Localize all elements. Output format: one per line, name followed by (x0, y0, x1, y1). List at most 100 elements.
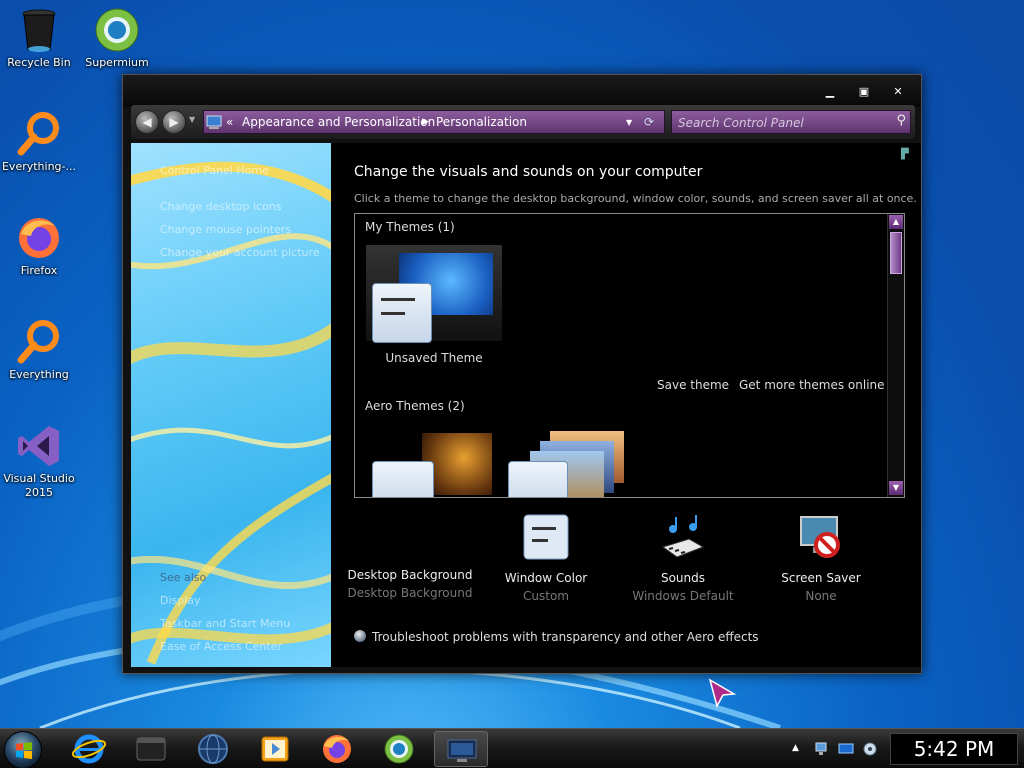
taskbar-internet-explorer[interactable] (62, 731, 116, 767)
visual-studio-icon (18, 426, 59, 466)
theme-settings-row: Desktop Background Desktop Background Wi… (345, 513, 905, 613)
window-preview-icon (372, 283, 432, 343)
breadcrumb-separator-icon: « (226, 115, 234, 129)
mouse-cursor-icon (708, 678, 737, 708)
tray-volume-icon[interactable] (862, 740, 878, 758)
taskbar-media-player[interactable] (248, 731, 302, 767)
breadcrumb-separator-icon: ▶ (422, 117, 429, 127)
taskbar-supermium[interactable] (372, 731, 426, 767)
taskbar-personalization[interactable] (434, 731, 488, 767)
control-panel-home-link[interactable]: Control Panel Home (160, 164, 269, 177)
themes-scrollbar[interactable]: ▲ ▼ (887, 214, 904, 497)
desktop-background-label: Desktop Background (347, 568, 473, 582)
my-themes-heading: My Themes (1) (365, 220, 455, 234)
forward-button[interactable]: ▶ (162, 110, 186, 134)
window-color-icon (523, 514, 569, 560)
control-panel-icon (206, 115, 222, 129)
taskbar-clock[interactable]: 5:42 PM (890, 733, 1018, 765)
system-tray: ▲ (790, 731, 886, 767)
change-mouse-pointers-link[interactable]: Change mouse pointers (160, 223, 291, 236)
close-button[interactable]: ✕ (883, 83, 913, 101)
taskbar-globe[interactable] (186, 731, 240, 767)
theme-aero-2[interactable] (505, 428, 629, 497)
scroll-thumb[interactable] (890, 232, 902, 274)
troubleshoot-link[interactable]: Troubleshoot problems with transparency … (354, 630, 759, 644)
back-button[interactable]: ◀ (135, 110, 159, 134)
terminal-icon (136, 737, 166, 761)
taskbar-firefox[interactable] (310, 731, 364, 767)
main-content: ▛ Change the visuals and sounds on your … (331, 143, 921, 667)
media-player-icon (261, 736, 289, 762)
firefox-icon (19, 218, 59, 258)
screen-saver-value: None (805, 589, 837, 603)
troubleshoot-icon (354, 630, 366, 642)
breadcrumb-personalization[interactable]: Personalization (436, 115, 527, 129)
window-titlebar[interactable]: ▁ ▣ ✕ (123, 75, 921, 107)
tray-expand-icon[interactable]: ▲ (792, 743, 799, 753)
get-more-themes-link[interactable]: Get more themes online (739, 378, 885, 392)
scroll-up-icon[interactable]: ▲ (889, 215, 903, 229)
address-bar-row: ◀ ▶ ▼ « Appearance and Personalization ▶… (131, 105, 915, 139)
desktop-icon-supermium[interactable]: Supermium (78, 6, 156, 70)
recent-pages-dropdown-icon[interactable]: ▼ (189, 115, 195, 124)
sounds-tool[interactable]: Sounds Windows Default (613, 513, 753, 606)
tray-network-icon[interactable] (814, 741, 830, 757)
left-navigation-pane: Control Panel Home Change desktop icons … (131, 143, 331, 667)
window-color-tool[interactable]: Window Color Custom (476, 513, 616, 606)
sounds-icon (661, 515, 705, 558)
supermium-icon (95, 8, 139, 52)
desktop-icon-recycle-bin[interactable]: Recycle Bin (0, 6, 78, 70)
search-icon[interactable]: ⚲ (896, 113, 906, 128)
left-pane-decoration (131, 161, 331, 665)
ease-of-access-link[interactable]: Ease of Access Center (160, 640, 282, 653)
help-icon[interactable]: ▛ (901, 149, 913, 163)
refresh-icon[interactable]: ⟳ (644, 115, 664, 131)
search-box[interactable]: ⚲ (671, 110, 911, 134)
desktop-icon-visual-studio[interactable]: Visual Studio 2015 (0, 422, 78, 500)
personalization-icon (447, 739, 477, 762)
screen-saver-label: Screen Saver (781, 571, 861, 585)
theme-unsaved-label: Unsaved Theme (385, 351, 483, 365)
page-title: Change the visuals and sounds on your co… (354, 164, 703, 180)
scroll-down-icon[interactable]: ▼ (889, 481, 903, 495)
address-dropdown-icon[interactable]: ▼ (626, 118, 632, 127)
start-button[interactable] (4, 731, 42, 768)
page-subtitle: Click a theme to change the desktop back… (354, 192, 917, 205)
aero-themes-heading: Aero Themes (2) (365, 399, 465, 413)
window-preview-icon (508, 461, 568, 497)
sounds-label: Sounds (660, 571, 706, 585)
internet-explorer-icon (71, 734, 107, 764)
theme-unsaved[interactable]: Unsaved Theme (365, 244, 502, 370)
theme-aero-1[interactable] (369, 432, 493, 497)
desktop-icon-firefox[interactable]: Firefox (0, 214, 78, 278)
window-preview-icon (372, 461, 434, 497)
recycle-bin-icon (22, 9, 56, 52)
save-theme-link[interactable]: Save theme (657, 378, 729, 392)
minimize-button[interactable]: ▁ (815, 83, 845, 101)
desktop-icon-everything-2[interactable]: Everything (0, 318, 78, 382)
display-link[interactable]: Display (160, 594, 201, 607)
change-desktop-icons-link[interactable]: Change desktop icons (160, 200, 282, 213)
supermium-icon (384, 734, 414, 764)
personalization-window: ▁ ▣ ✕ ◀ ▶ ▼ « Appearance and Personaliza… (122, 74, 922, 674)
taskbar-terminal[interactable] (124, 731, 178, 767)
breadcrumb-appearance[interactable]: Appearance and Personalization (242, 115, 435, 129)
screen-saver-tool[interactable]: Screen Saver None (751, 513, 891, 606)
globe-icon (198, 734, 228, 764)
desktop-icon-everything-1[interactable]: Everything-... (0, 110, 78, 174)
themes-list[interactable]: My Themes (1) Unsaved Theme Save theme G… (354, 213, 905, 498)
maximize-button[interactable]: ▣ (849, 83, 879, 101)
search-input[interactable] (678, 114, 883, 131)
taskbar: ▲ 5:42 PM (0, 728, 1024, 768)
window-color-label: Window Color (504, 571, 588, 585)
tray-monitor-icon[interactable] (838, 741, 854, 757)
desktop-background-value: Desktop Background (347, 586, 473, 600)
change-account-picture-link[interactable]: Change your account picture (160, 246, 320, 259)
taskbar-start-menu-link[interactable]: Taskbar and Start Menu (160, 617, 290, 630)
everything-search-icon (17, 320, 59, 364)
window-color-value: Custom (523, 589, 569, 603)
everything-search-icon (17, 112, 59, 156)
desktop-background-tool[interactable]: Desktop Background Desktop Background (340, 513, 480, 603)
breadcrumb[interactable]: « Appearance and Personalization ▶ Perso… (203, 110, 665, 134)
screen-saver-icon (800, 516, 840, 558)
